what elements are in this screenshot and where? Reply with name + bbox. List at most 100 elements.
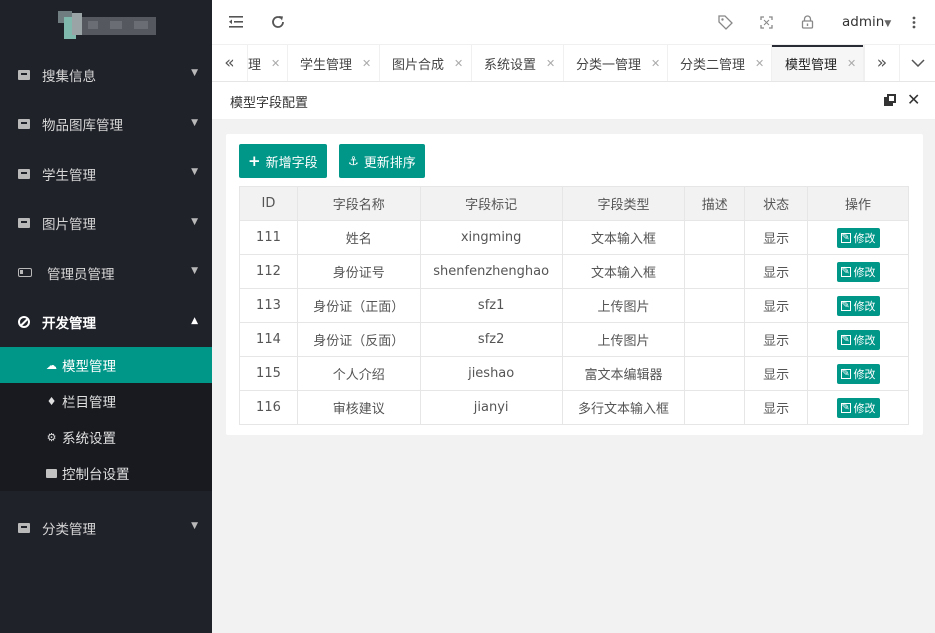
nav-item-collect-info[interactable]: 搜集信息 ▼ — [0, 50, 212, 100]
nav-item-label: 搜集信息 — [42, 68, 96, 85]
refresh-icon[interactable] — [268, 12, 288, 32]
page-title: 模型字段配置 — [230, 96, 309, 111]
table-row: 112 身份证号 shenfenzhenghao 文本输入框 显示 ✎ 修改 — [239, 254, 909, 289]
edit-button[interactable]: ✎ 修改 — [836, 363, 880, 384]
table-row: 113 身份证（正面） sfz1 上传图片 显示 ✎ 修改 — [239, 288, 909, 323]
sub-item-model-management[interactable]: ☁ 模型管理 — [0, 347, 212, 383]
edit-icon: ✎ — [840, 231, 851, 243]
cell-mark: jieshao — [419, 356, 563, 391]
tab-category-two[interactable]: 分类二管理 ✕ — [668, 45, 772, 81]
archive-icon — [18, 69, 30, 80]
cell-actions: ✎ 修改 — [807, 288, 909, 323]
nav-item-admins[interactable]: 管理员管理 ▼ — [0, 248, 212, 298]
tab-label: 分类一管理 — [576, 57, 642, 73]
username: admin — [842, 14, 885, 30]
column-header: 字段类型 — [561, 186, 686, 221]
logo — [0, 0, 212, 50]
tab-model-management[interactable]: 模型管理 ✕ — [772, 45, 864, 81]
tab-image-compose[interactable]: 图片合成 ✕ — [380, 45, 472, 81]
bell-icon: ♦ — [46, 394, 57, 408]
sub-item-system-settings[interactable]: ⚙ 系统设置 — [0, 419, 212, 455]
cell-name: 审核建议 — [296, 390, 421, 425]
cell-id: 113 — [239, 288, 298, 323]
caret-down-icon: ▼ — [884, 19, 892, 29]
tab-system-settings[interactable]: 系统设置 ✕ — [472, 45, 564, 81]
chevron-down-icon: ▼ — [191, 521, 198, 531]
cell-type: 富文本编辑器 — [561, 356, 686, 391]
cell-type: 文本输入框 — [561, 220, 686, 255]
close-icon[interactable]: ✕ — [847, 57, 856, 70]
column-header: 描述 — [684, 186, 746, 221]
cell-name: 身份证（正面） — [296, 288, 421, 323]
column-header: 操作 — [807, 186, 909, 221]
close-icon[interactable]: ✕ — [271, 57, 280, 70]
tabs-dropdown-icon[interactable] — [900, 45, 935, 81]
tab-label: 分类二管理 — [680, 57, 746, 73]
cell-id: 111 — [239, 220, 298, 255]
close-icon[interactable]: ✕ — [651, 57, 660, 70]
tab-category-one[interactable]: 分类一管理 ✕ — [564, 45, 668, 81]
table-row: 116 审核建议 jianyi 多行文本输入框 显示 ✎ 修改 — [239, 390, 909, 425]
edit-label: 修改 — [853, 333, 876, 347]
submenu-development: ☁ 模型管理 ♦ 栏目管理 ⚙ 系统设置 控制台设置 — [0, 347, 212, 491]
user-menu[interactable]: admin▼ — [842, 14, 891, 30]
collapse-menu-icon[interactable] — [226, 12, 246, 32]
cell-name: 个人介绍 — [296, 356, 421, 391]
edit-button[interactable]: ✎ 修改 — [836, 227, 880, 248]
close-icon[interactable]: ✕ — [454, 57, 463, 70]
edit-label: 修改 — [853, 265, 876, 279]
cell-actions: ✎ 修改 — [807, 390, 909, 425]
nav-item-label: 分类管理 — [42, 521, 96, 538]
fullscreen-icon[interactable] — [756, 12, 776, 32]
edit-button[interactable]: ✎ 修改 — [836, 397, 880, 418]
tab-bar: « 理 ✕ 学生管理 ✕ 图片合成 ✕ 系统设置 ✕ 分类一管理 ✕ 分类二管理 ✕ 模型管… — [212, 45, 935, 82]
chevron-down-icon: ▼ — [191, 68, 198, 78]
add-field-button[interactable]: + 新增字段 — [239, 144, 327, 178]
column-header: 字段名称 — [296, 186, 421, 221]
nav-item-categories[interactable]: 分类管理 ▼ — [0, 503, 212, 553]
cloud-icon: ☁ — [46, 358, 57, 372]
sub-item-console-settings[interactable]: 控制台设置 — [0, 455, 212, 491]
close-icon[interactable]: ✕ — [755, 57, 764, 70]
lock-icon[interactable] — [797, 12, 817, 32]
nav-item-label: 物品图库管理 — [42, 118, 123, 135]
cell-desc — [684, 288, 746, 323]
edit-button[interactable]: ✎ 修改 — [836, 329, 880, 350]
tab-label: 理 — [248, 57, 262, 73]
close-icon[interactable]: ✕ — [546, 57, 555, 70]
nav-item-item-gallery[interactable]: 物品图库管理 ▼ — [0, 100, 212, 150]
add-field-label: 新增字段 — [265, 155, 318, 171]
sub-item-label: 控制台设置 — [62, 467, 130, 483]
close-icon[interactable]: ✕ — [362, 57, 371, 70]
edit-icon: ✎ — [840, 333, 851, 345]
sub-item-label: 模型管理 — [62, 359, 116, 375]
edit-icon: ✎ — [840, 299, 851, 311]
maximize-icon[interactable] — [884, 94, 896, 106]
tabs-scroll-right-icon[interactable]: » — [864, 45, 900, 81]
nav-item-development[interactable]: 开发管理 ▲ — [0, 298, 212, 348]
cell-type: 文本输入框 — [561, 254, 686, 289]
close-icon[interactable]: ✕ — [907, 90, 920, 109]
sub-item-column-management[interactable]: ♦ 栏目管理 — [0, 383, 212, 419]
edit-icon: ✎ — [840, 265, 851, 277]
tab-students[interactable]: 学生管理 ✕ — [288, 45, 380, 81]
cell-desc — [684, 390, 746, 425]
more-icon[interactable] — [904, 12, 924, 32]
column-header: 状态 — [744, 186, 809, 221]
cell-actions: ✎ 修改 — [807, 254, 909, 289]
cell-desc — [684, 322, 746, 357]
nav-item-students[interactable]: 学生管理 ▼ — [0, 149, 212, 199]
battery-icon — [18, 268, 32, 278]
tabs-scroll-left-icon[interactable]: « — [212, 45, 248, 81]
tab-partial[interactable]: 理 ✕ — [248, 45, 288, 81]
update-sort-button[interactable]: ⚓ 更新排序 — [339, 144, 425, 178]
tag-icon[interactable] — [715, 12, 735, 32]
nav-item-images[interactable]: 图片管理 ▼ — [0, 199, 212, 249]
edit-button[interactable]: ✎ 修改 — [836, 261, 880, 282]
edit-button[interactable]: ✎ 修改 — [836, 295, 880, 316]
archive-icon — [18, 218, 30, 229]
cell-status: 显示 — [744, 356, 809, 391]
cell-status: 显示 — [744, 288, 809, 323]
cell-name: 姓名 — [296, 220, 421, 255]
cell-id: 115 — [239, 356, 298, 391]
